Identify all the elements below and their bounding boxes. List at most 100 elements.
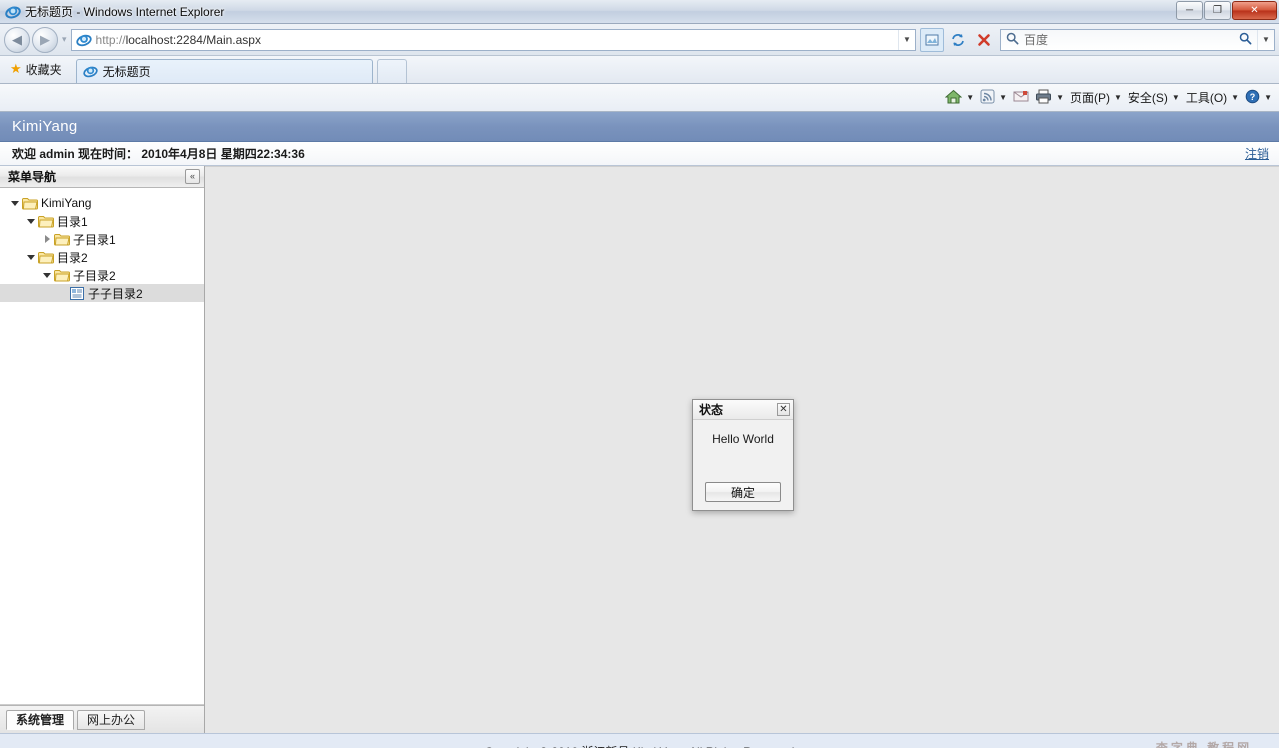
search-dropdown-icon[interactable]: ▼ (1257, 29, 1274, 50)
new-tab-button[interactable] (376, 59, 407, 83)
print-button[interactable]: ▼ (1032, 87, 1067, 109)
title-bar: 无标题页 - Windows Internet Explorer ─ ❐ ✕ (0, 0, 1279, 24)
close-button[interactable]: ✕ (1232, 1, 1277, 20)
tree-expander-open-icon[interactable] (8, 200, 22, 206)
page-menu-label: 页面(P) (1069, 91, 1110, 105)
tree-node[interactable]: KimiYang (0, 194, 204, 212)
sidebar-title: 菜单导航 (8, 170, 57, 184)
tools-caret-icon[interactable]: ▼ (1231, 93, 1239, 102)
star-icon: ★ (10, 61, 22, 76)
url-protocol: http:// (95, 32, 126, 47)
mail-button[interactable] (1010, 87, 1032, 109)
history-caret-icon[interactable]: ▾ (62, 34, 67, 45)
tree-node[interactable]: 子目录2 (0, 266, 204, 284)
sidebar-header: 菜单导航 « (0, 166, 204, 188)
favorites-button[interactable]: ★ 收藏夹 (6, 58, 70, 80)
page-favicon (75, 32, 92, 48)
tools-menu[interactable]: 工具(O) ▼ (1183, 87, 1242, 109)
search-provider-icon[interactable] (1239, 32, 1252, 48)
app-header: KimiYang (0, 112, 1279, 142)
back-button[interactable]: ◀ (4, 26, 30, 53)
url-rest: localhost:2284/Main.aspx (125, 32, 261, 47)
tree-expander-open-icon[interactable] (24, 254, 38, 260)
main-body: 菜单导航 « KimiYang 目录1 子目录1 目录2 子目录2 子子目录2 系统管理网… (0, 166, 1279, 733)
sidebar-tabs: 系统管理 网上办公 (0, 705, 204, 733)
compatibility-view-icon[interactable] (920, 27, 944, 52)
tree-node-label: 子子目录2 (88, 286, 143, 301)
search-placeholder: 百度 (1024, 33, 1049, 47)
app-brand: KimiYang (12, 118, 78, 135)
address-url: http://localhost:2284/Main.aspx (96, 33, 898, 47)
search-box[interactable]: 百度 ▼ (1000, 28, 1275, 51)
svg-text:?: ? (1250, 92, 1256, 102)
document-icon (70, 286, 84, 300)
folder-icon (54, 268, 70, 282)
security-menu[interactable]: 安全(S) ▼ (1125, 87, 1183, 109)
tree-node-label: 目录2 (57, 250, 88, 265)
minimize-button[interactable]: ─ (1176, 1, 1203, 20)
address-dropdown-icon[interactable]: ▼ (898, 29, 915, 50)
stop-icon[interactable] (972, 28, 996, 52)
restore-button[interactable]: ❐ (1204, 1, 1231, 20)
print-caret-icon[interactable]: ▼ (1056, 93, 1064, 102)
mail-icon (1013, 90, 1029, 106)
home-button[interactable]: ▼ (942, 87, 977, 109)
page-caret-icon[interactable]: ▼ (1114, 93, 1122, 102)
browser-window: 无标题页 - Windows Internet Explorer ─ ❐ ✕ ◀… (0, 0, 1279, 748)
tools-menu-label: 工具(O) (1185, 91, 1228, 105)
tree-node[interactable]: 子目录1 (0, 230, 204, 248)
welcome-text: 欢迎 admin 现在时间： 2010年4月8日 星期四22:34:36 (12, 147, 305, 161)
tree-expander-closed-icon[interactable] (40, 235, 54, 243)
help-icon: ? (1245, 89, 1260, 107)
tree-node[interactable]: 目录2 (0, 248, 204, 266)
search-icon (1006, 32, 1019, 48)
dialog-footer: 确定 (693, 474, 793, 510)
favorites-label: 收藏夹 (25, 62, 62, 77)
feeds-button[interactable]: ▼ (977, 87, 1010, 109)
tree-node-label: 子目录1 (73, 232, 116, 247)
tree-node-label: 目录1 (57, 214, 88, 229)
home-icon (944, 89, 963, 107)
forward-button[interactable]: ▶ (32, 26, 58, 53)
logout-link[interactable]: 注销 (1245, 145, 1269, 162)
tree-expander-open-icon[interactable] (40, 272, 54, 278)
feeds-caret-icon[interactable]: ▼ (999, 93, 1007, 102)
help-button[interactable]: ? ▼ (1242, 87, 1275, 109)
address-bar[interactable]: http://localhost:2284/Main.aspx ▼ (70, 28, 916, 51)
watermark: 查字典 教程网 jiaocheng.chazidian.com (1131, 736, 1277, 748)
sidebar-tab[interactable]: 网上办公 (77, 709, 146, 730)
sidebar-tab[interactable]: 系统管理 (6, 709, 75, 730)
copyright-text: Copyright © 2010 浙江新昌 Kimi Yang All Righ… (485, 743, 795, 748)
window-title: 无标题页 - Windows Internet Explorer (25, 5, 225, 19)
dialog-title: 状态 (699, 403, 724, 417)
folder-icon (38, 250, 54, 264)
tree-node[interactable]: 子子目录2 (0, 284, 204, 302)
tree-node-label: 子目录2 (73, 268, 116, 283)
folder-icon (54, 232, 70, 246)
folder-icon (22, 196, 38, 210)
dialog-ok-button[interactable]: 确定 (705, 482, 781, 502)
page-menu[interactable]: 页面(P) ▼ (1067, 87, 1125, 109)
security-menu-label: 安全(S) (1127, 91, 1168, 105)
dialog-close-icon[interactable]: ✕ (777, 403, 790, 416)
command-bar: ▼ ▼ ▼ 页面(P) ▼ 安全(S) ▼ 工具(O) ▼ ? ▼ (0, 84, 1279, 112)
favorites-bar: ★ 收藏夹 无标题页 (0, 56, 1279, 84)
dialog-message: Hello World (712, 432, 774, 446)
refresh-icon[interactable] (946, 28, 970, 52)
watermark-title: 查字典 教程网 (1155, 740, 1253, 748)
home-caret-icon[interactable]: ▼ (966, 93, 974, 102)
print-icon (1035, 89, 1052, 107)
navigation-bar: ◀ ▶ ▾ http://localhost:2284/Main.aspx ▼ (0, 24, 1279, 56)
content-area: 状态 ✕ Hello World 确定 (205, 166, 1279, 733)
internet-explorer-icon (5, 4, 21, 20)
security-caret-icon[interactable]: ▼ (1172, 93, 1180, 102)
menu-tree: KimiYang 目录1 子目录1 目录2 子目录2 子子目录2 (0, 188, 204, 705)
tree-node[interactable]: 目录1 (0, 212, 204, 230)
sidebar: 菜单导航 « KimiYang 目录1 子目录1 目录2 子目录2 子子目录2 系统管理网… (0, 166, 205, 733)
collapse-sidebar-button[interactable]: « (185, 169, 200, 184)
tab-favicon (83, 64, 98, 79)
browser-tab[interactable]: 无标题页 (75, 59, 373, 83)
welcome-bar: 欢迎 admin 现在时间： 2010年4月8日 星期四22:34:36 注销 (0, 142, 1279, 166)
help-caret-icon[interactable]: ▼ (1264, 93, 1272, 102)
tree-expander-open-icon[interactable] (24, 218, 38, 224)
